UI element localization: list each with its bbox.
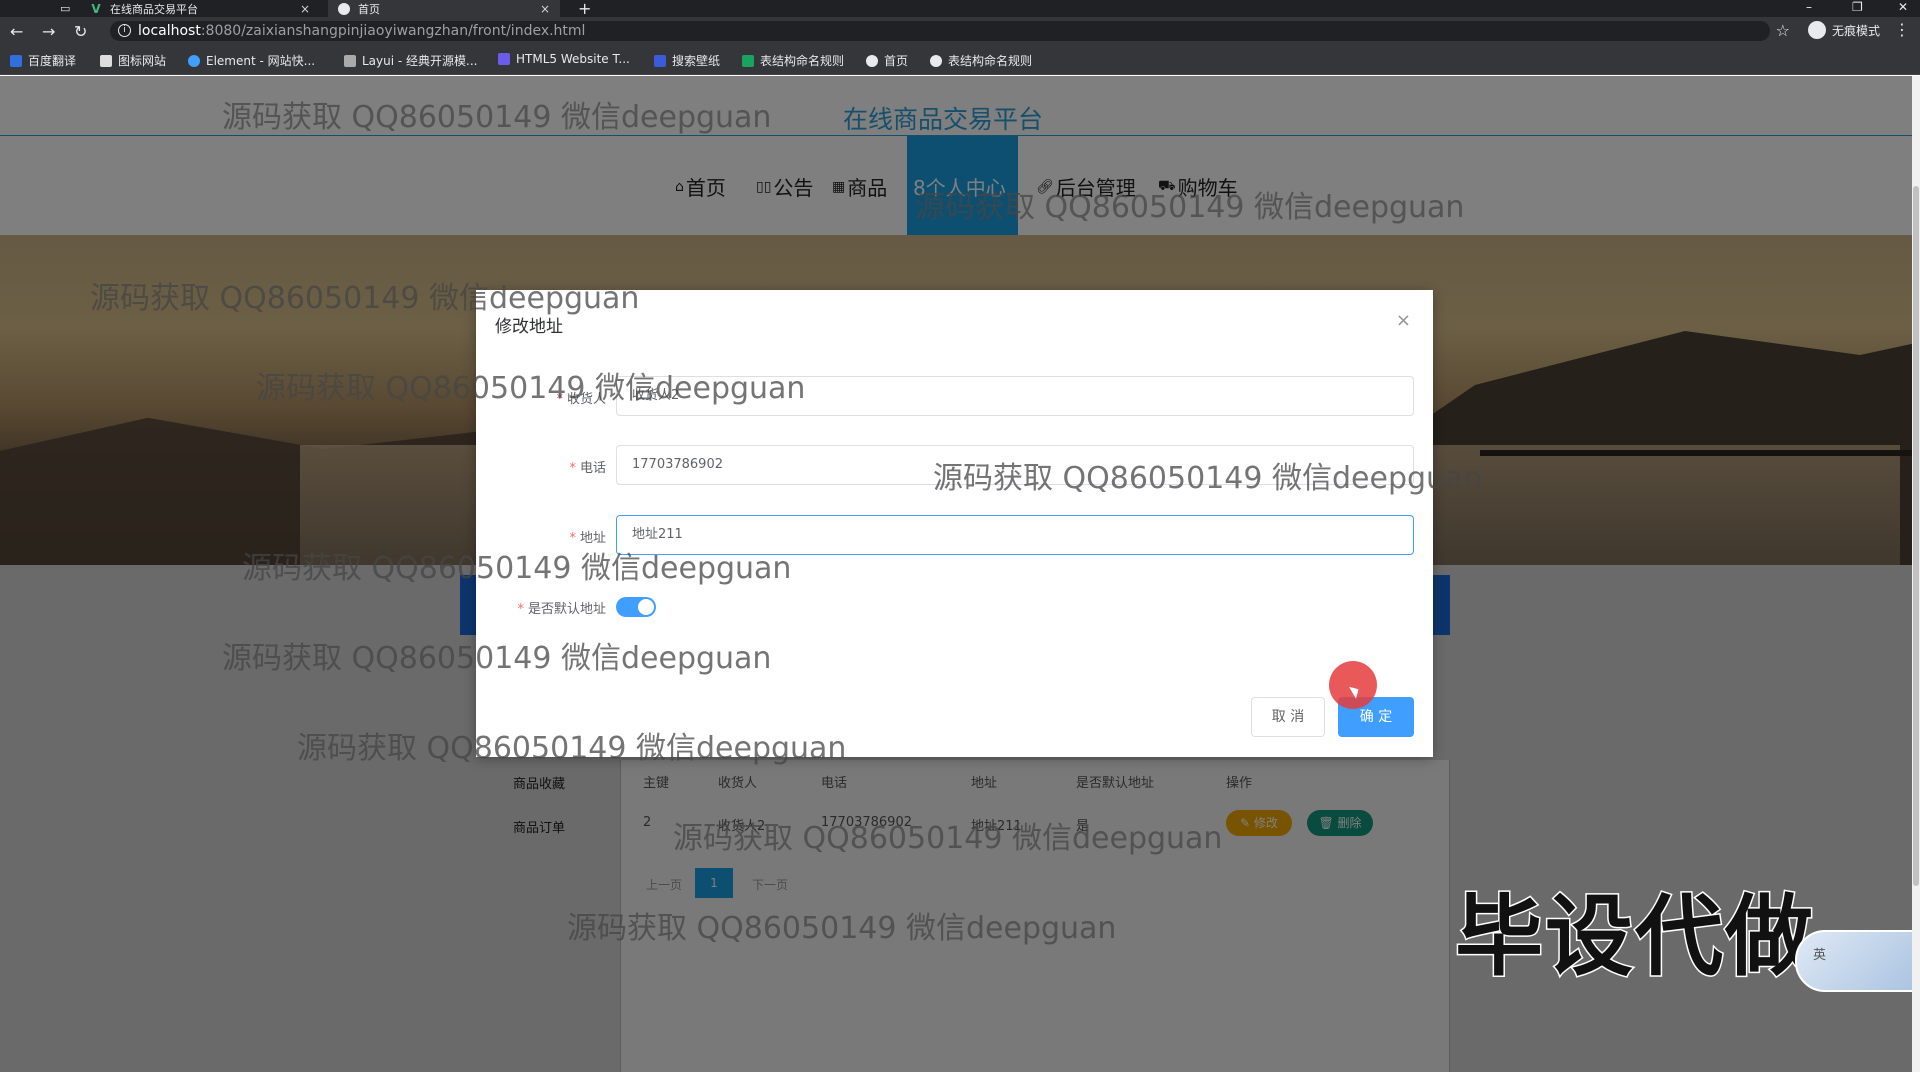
incognito-icon (1807, 21, 1826, 39)
bookmark-star-icon[interactable]: ☆ (1776, 21, 1790, 40)
tab-label: 首页 (358, 2, 380, 16)
bookmarks-bar: 百度翻译 图标网站 Element - 网站快... Layui - 经典开源模… (0, 45, 1920, 75)
profile-label: 无痕模式 (1831, 23, 1880, 38)
promo-badge: 毕设代做 (1453, 884, 1816, 990)
bookmark-label: 百度翻译 (28, 54, 77, 68)
globe-icon (866, 54, 878, 67)
bookmark-item[interactable]: 首页 (866, 52, 908, 69)
incognito-profile[interactable]: 无痕模式 (1807, 21, 1880, 39)
tab-list-icon[interactable]: ▭ (50, 0, 70, 17)
layui-icon (344, 54, 356, 67)
tab-platform[interactable]: V 在线商品交易平台 × (80, 0, 320, 17)
phone-label: * 电话 (569, 461, 606, 476)
tab-label: 在线商品交易平台 (110, 2, 198, 16)
bookmark-item[interactable]: 表结构命名规则 (742, 52, 844, 69)
dialog-title: 修改地址 (495, 317, 563, 337)
close-window-icon[interactable]: ✕ (1898, 0, 1908, 14)
url-input[interactable]: i localhost:8080/zaixianshangpinjiaoyiwa… (110, 21, 1770, 41)
bookmark-label: HTML5 Website T... (516, 52, 630, 66)
phone-input[interactable]: 17703786902 (616, 445, 1414, 485)
element-icon (188, 54, 200, 67)
receiver-label: * 收货人 (556, 392, 606, 407)
wallpaper-icon (654, 54, 666, 67)
image-icon (100, 54, 112, 67)
bookmark-item[interactable]: 搜索壁纸 (654, 52, 720, 69)
forward-icon[interactable]: → (42, 22, 55, 41)
receiver-input[interactable]: 收货人2 (616, 376, 1414, 416)
bookmark-label: 搜索壁纸 (672, 54, 721, 68)
edit-address-dialog: 修改地址 × * 收货人 收货人2 * 电话 17703786902 * 地址 地址2… (476, 290, 1433, 757)
globe-icon (930, 54, 942, 67)
back-icon[interactable]: ← (10, 22, 23, 41)
bookmark-label: 表结构命名规则 (948, 54, 1033, 68)
floating-ime-widget[interactable]: 英 (1795, 930, 1920, 992)
tab-close-icon[interactable]: × (300, 2, 310, 16)
restore-icon[interactable]: ❐ (1852, 0, 1863, 14)
html5-icon (498, 53, 510, 65)
sheet-icon (742, 54, 754, 67)
address-bar-row: ← → ↻ i localhost:8080/zaixianshangpinji… (0, 17, 1920, 45)
minimize-icon[interactable]: – (1806, 0, 1812, 14)
browser-menu-dots-icon[interactable]: ⋮ (1894, 20, 1910, 39)
tab-close-icon[interactable]: × (540, 2, 550, 16)
vue-icon: V (91, 1, 101, 16)
bookmark-item[interactable]: HTML5 Website T... (498, 52, 630, 66)
translate-icon (10, 54, 22, 67)
address-label: * 地址 (569, 531, 606, 546)
bookmark-item[interactable]: Layui - 经典开源模... (344, 52, 477, 69)
globe-icon (338, 2, 350, 15)
browser-menu-icon[interactable] (0, 0, 20, 17)
browser-tab-bar: ▭ V 在线商品交易平台 × 首页 × + – ❐ ✕ (0, 0, 1920, 18)
default-address-switch[interactable] (616, 597, 656, 617)
bookmark-item[interactable]: 百度翻译 (10, 52, 76, 69)
bookmark-label: 表结构命名规则 (760, 54, 845, 68)
bookmark-item[interactable]: Element - 网站快... (188, 52, 315, 69)
reload-icon[interactable]: ↻ (74, 22, 87, 41)
url-host: localhost (138, 23, 201, 39)
bookmark-label: 首页 (884, 54, 909, 68)
bookmark-label: 图标网站 (118, 54, 167, 68)
address-input[interactable]: 地址211 (616, 515, 1414, 555)
bookmark-label: Element - 网站快... (206, 54, 316, 68)
url-path: :8080/zaixianshangpinjiaoyiwangzhan/fron… (200, 23, 586, 39)
tab-home[interactable]: 首页 × (328, 0, 560, 17)
page-scrollbar[interactable] (1912, 76, 1920, 1072)
close-icon[interactable]: × (1396, 310, 1411, 331)
bookmark-item[interactable]: 表结构命名规则 (930, 52, 1032, 69)
default-address-label: * 是否默认地址 (517, 602, 606, 617)
new-tab-button[interactable]: + (578, 0, 591, 18)
bookmark-item[interactable]: 图标网站 (100, 52, 166, 69)
site-info-icon[interactable]: i (118, 24, 131, 37)
bookmark-label: Layui - 经典开源模... (362, 54, 478, 68)
cancel-button[interactable]: 取 消 (1251, 697, 1325, 737)
